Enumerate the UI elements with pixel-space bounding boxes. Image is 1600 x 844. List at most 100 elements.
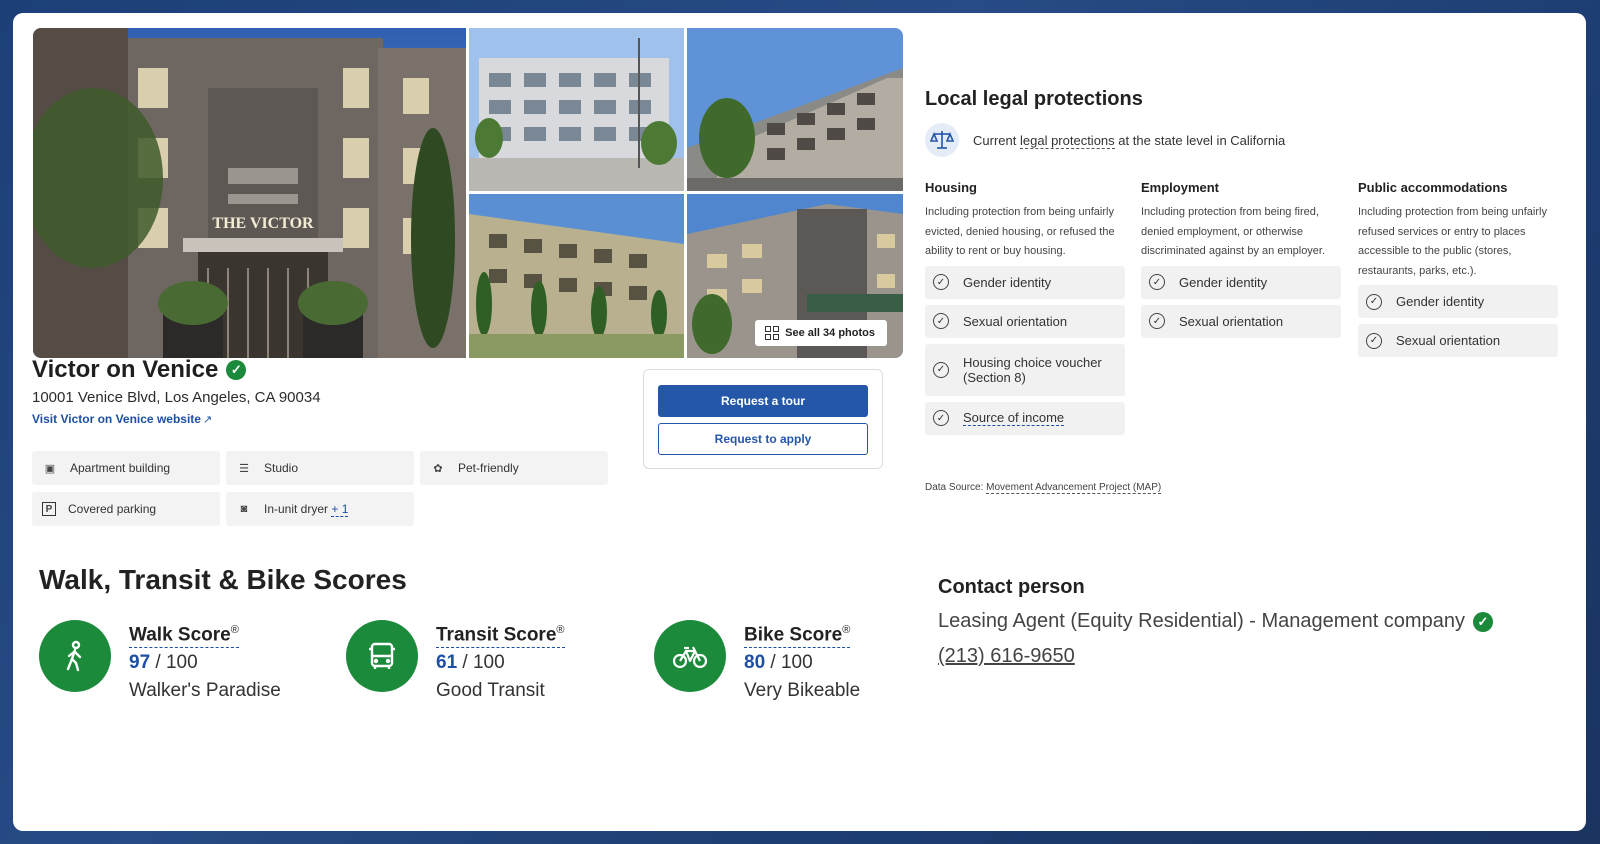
protection-label-link[interactable]: Source of income	[963, 410, 1065, 426]
protection-item: ✓ Gender identity	[925, 265, 1125, 299]
amenity-label: Apartment building	[70, 461, 171, 475]
bed-icon: ☰	[239, 462, 249, 475]
building-sign: THE VICTOR	[212, 215, 314, 232]
website-link[interactable]: Visit Victor on Venice website ↗	[32, 412, 212, 426]
transit-score-link[interactable]: Transit Score®	[436, 624, 565, 649]
protection-item: ✓ Sexual orientation	[1141, 304, 1341, 338]
score-value: 80 / 100	[744, 652, 860, 674]
legal-protections-subtitle: Current legal protections at the state l…	[925, 123, 1285, 157]
legal-column-public-accommodations: Public accommodations Including protecti…	[1358, 180, 1558, 363]
amenity-pet-friendly: ✿ Pet-friendly	[420, 451, 608, 485]
protection-item: ✓ Gender identity	[1358, 285, 1558, 318]
protection-label: Sexual orientation	[963, 313, 1068, 329]
protection-label: Gender identity	[1396, 294, 1485, 309]
score-name: Bike Score	[744, 624, 843, 646]
check-circle-icon: ✓	[933, 361, 949, 378]
website-link-label: Visit Victor on Venice website	[32, 412, 201, 426]
score-description: Good Transit	[436, 680, 545, 702]
contact-phone-link[interactable]: (213) 616-9650	[938, 645, 1075, 668]
protection-item: ✓ Source of income	[925, 401, 1125, 435]
legal-column-description: Including protection from being unfairly…	[925, 206, 1115, 257]
gallery-photo[interactable]	[687, 28, 903, 191]
score-name: Walk Score	[129, 624, 231, 646]
walking-person-icon	[39, 620, 111, 692]
protection-label: Sexual orientation	[1396, 333, 1501, 348]
bicycle-icon	[654, 620, 726, 692]
request-apply-button[interactable]: Request to apply	[658, 423, 868, 455]
walk-score: Walk Score® 97 / 100 Walker's Paradise	[39, 620, 281, 702]
grid-icon	[765, 326, 780, 340]
parking-icon: P	[42, 502, 56, 516]
amenity-label: Covered parking	[68, 502, 157, 516]
cta-box: Request a tour Request to apply	[643, 369, 883, 469]
check-circle-icon: ✓	[933, 410, 949, 426]
protection-label: Gender identity	[1179, 274, 1268, 290]
data-source-label: Data Source:	[925, 482, 984, 493]
contact-heading: Contact person	[938, 576, 1085, 598]
bike-score: Bike Score® 80 / 100 Very Bikeable	[654, 620, 860, 702]
amenity-studio: ☰ Studio	[226, 451, 414, 485]
check-circle-icon: ✓	[933, 274, 949, 290]
score-value: 97 / 100	[129, 652, 281, 674]
external-link-icon: ↗	[202, 414, 213, 426]
legal-column-description: Including protection from being fired, d…	[1141, 206, 1326, 257]
legal-protections-link[interactable]: legal protections	[1019, 132, 1115, 149]
legal-column-employment: Employment Including protection from bei…	[1141, 180, 1341, 344]
paw-icon: ✿	[433, 462, 443, 475]
protection-item: ✓ Sexual orientation	[925, 304, 1125, 338]
gallery-photo[interactable]	[469, 28, 684, 191]
property-title: Victor on Venice ✓	[32, 356, 247, 384]
photo-gallery: THE VICTOR See all 34 photos	[33, 28, 903, 358]
check-circle-icon: ✓	[933, 313, 949, 329]
main-photo[interactable]: THE VICTOR	[33, 28, 466, 358]
protection-item: ✓ Sexual orientation	[1358, 324, 1558, 357]
bus-icon	[346, 620, 418, 692]
legal-protections-heading: Local legal protections	[925, 88, 1143, 110]
score-number: 97	[129, 652, 151, 674]
legal-column-heading: Housing	[925, 180, 977, 195]
protection-label: Gender identity	[963, 274, 1052, 290]
score-number: 80	[744, 652, 766, 674]
amenity-covered-parking: P Covered parking	[32, 492, 220, 526]
score-max: / 100	[462, 652, 505, 674]
legal-column-heading: Public accommodations	[1358, 180, 1508, 195]
amenity-in-unit-dryer: ◙ In-unit dryer + 1	[226, 492, 414, 526]
contact-person: Leasing Agent (Equity Residential) - Man…	[938, 610, 1493, 633]
bike-score-link[interactable]: Bike Score®	[744, 624, 851, 649]
subtitle-post: at the state level in California	[1118, 132, 1286, 148]
amenity-apartment-building: ▣ Apartment building	[32, 451, 220, 485]
legal-column-heading: Employment	[1141, 180, 1220, 195]
scores-heading: Walk, Transit & Bike Scores	[39, 564, 407, 595]
score-description: Very Bikeable	[744, 680, 861, 702]
listing-card: THE VICTOR See all 34 photos Victor on V…	[13, 13, 1586, 831]
walk-score-link[interactable]: Walk Score®	[129, 624, 239, 649]
building-icon: ▣	[44, 462, 56, 475]
gallery-photo[interactable]: See all 34 photos	[687, 194, 903, 358]
contact-name: Leasing Agent (Equity Residential) - Man…	[938, 610, 1465, 632]
see-all-photos-button[interactable]: See all 34 photos	[755, 320, 887, 346]
transit-score: Transit Score® 61 / 100 Good Transit	[346, 620, 565, 702]
property-name: Victor on Venice	[32, 356, 219, 383]
score-number: 61	[436, 652, 458, 674]
scale-icon	[925, 123, 959, 157]
amenity-label: Pet-friendly	[458, 461, 519, 475]
see-all-photos-label: See all 34 photos	[785, 327, 875, 339]
score-max: / 100	[155, 652, 198, 674]
legal-column-housing: Housing Including protection from being …	[925, 180, 1125, 441]
verified-check-icon: ✓	[1472, 611, 1493, 632]
protection-item: ✓ Housing choice voucher (Section 8)	[925, 343, 1125, 396]
protection-item: ✓ Gender identity	[1141, 265, 1341, 299]
check-circle-icon: ✓	[1149, 274, 1165, 290]
more-amenities-link[interactable]: + 1	[331, 502, 349, 517]
check-circle-icon: ✓	[1366, 332, 1382, 349]
gallery-photo[interactable]	[469, 194, 684, 358]
verified-check-icon: ✓	[226, 360, 247, 380]
subtitle-pre: Current	[973, 132, 1017, 148]
data-source: Data Source: Movement Advancement Projec…	[925, 482, 1162, 494]
score-value: 61 / 100	[436, 652, 565, 674]
check-circle-icon: ✓	[1366, 293, 1382, 310]
data-source-link[interactable]: Movement Advancement Project (MAP)	[986, 482, 1162, 494]
request-tour-button[interactable]: Request a tour	[658, 385, 868, 417]
score-max: / 100	[770, 652, 813, 674]
dryer-icon: ◙	[240, 503, 248, 515]
